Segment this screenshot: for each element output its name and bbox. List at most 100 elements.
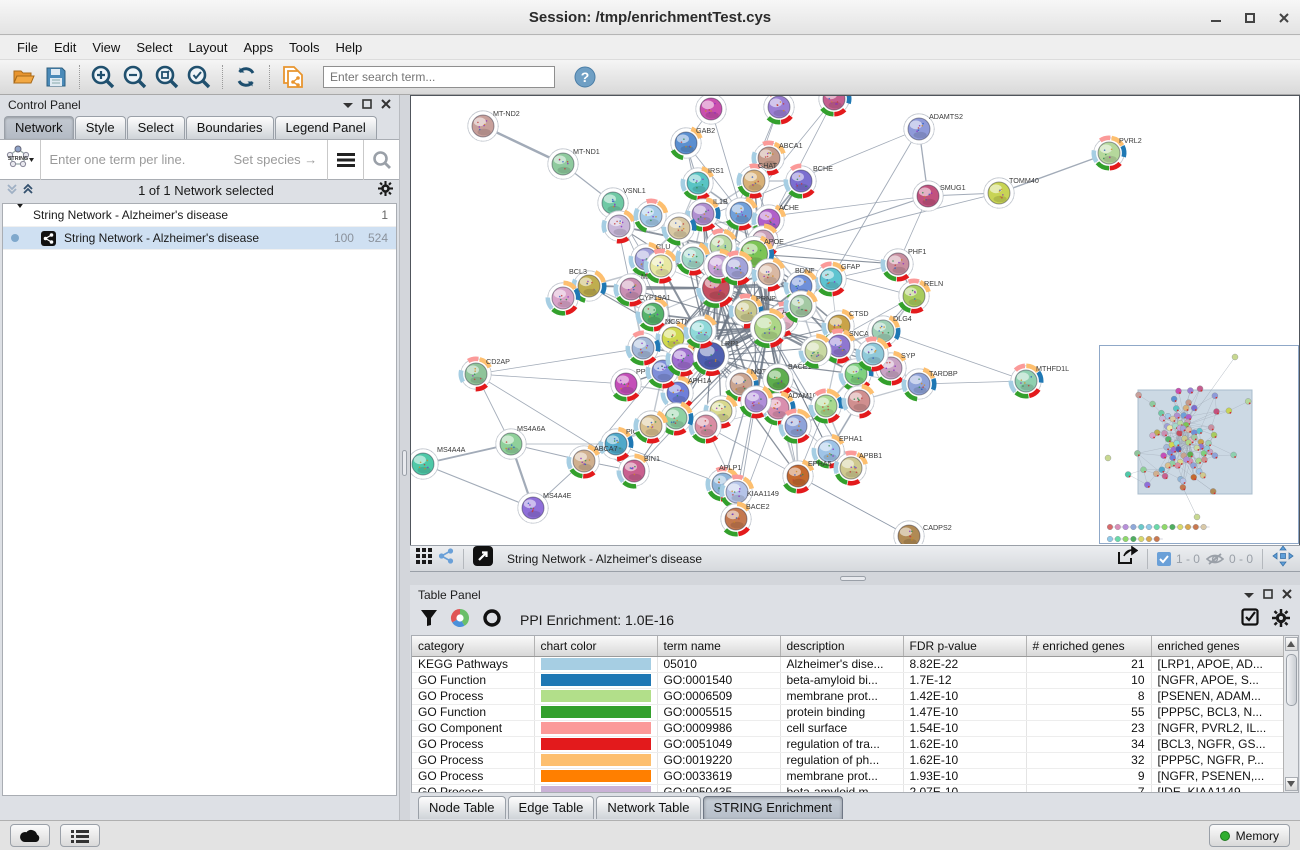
birds-eye-view[interactable]	[1099, 345, 1299, 544]
string-term-input[interactable]	[41, 152, 233, 167]
network-node-unlabeled[interactable]	[691, 411, 721, 441]
network-node-unlabeled[interactable]	[696, 96, 726, 124]
network-node-unlabeled[interactable]	[646, 251, 676, 281]
zoom-selected-icon[interactable]	[183, 63, 215, 91]
tab-legend-panel[interactable]: Legend Panel	[275, 116, 377, 139]
refresh-icon[interactable]	[230, 63, 262, 91]
network-node-unlabeled[interactable]	[664, 213, 694, 243]
panel-float-icon[interactable]	[1263, 588, 1273, 602]
vertical-splitter[interactable]	[400, 95, 410, 820]
table-row[interactable]: GO ComponentGO:0009986cell surface1.54E-…	[412, 720, 1283, 736]
column-header--enriched-genes[interactable]: # enriched genes	[1026, 636, 1151, 656]
tab-network[interactable]: Network	[4, 116, 74, 139]
copy-network-icon[interactable]	[277, 63, 309, 91]
table-row[interactable]: GO ProcessGO:0033619membrane prot...1.93…	[412, 768, 1283, 784]
table-row[interactable]: GO ProcessGO:0006509membrane prot...1.42…	[412, 688, 1283, 704]
network-node-unlabeled[interactable]	[636, 411, 666, 441]
menu-help[interactable]: Help	[329, 38, 370, 57]
network-node-gab2[interactable]: GAB2	[671, 126, 715, 158]
zoom-in-icon[interactable]	[87, 63, 119, 91]
memory-button[interactable]: Memory	[1209, 824, 1290, 847]
menu-apps[interactable]: Apps	[237, 38, 281, 57]
network-node-mt-nd2[interactable]: MT-ND2	[468, 109, 520, 141]
grid-view-icon[interactable]	[416, 548, 432, 569]
network-node-irs1[interactable]: IRS1	[683, 166, 724, 198]
menu-layout[interactable]: Layout	[181, 38, 234, 57]
network-view[interactable]: MT-ND2MT-ND1VSNL1GAB2ADAMTS2SMUG1TOMM40P…	[410, 95, 1300, 545]
chart-icon[interactable]	[450, 608, 470, 633]
network-node-mthfd1l[interactable]: MTHFD1L	[1011, 364, 1069, 396]
help-icon[interactable]: ?	[569, 63, 601, 91]
panel-menu-icon[interactable]	[1244, 588, 1254, 602]
close-button[interactable]	[1278, 12, 1290, 24]
table-row[interactable]: GO FunctionGO:0005515protein binding1.47…	[412, 704, 1283, 720]
string-options-icon[interactable]	[327, 140, 363, 180]
network-node-tomm40[interactable]: TOMM40	[984, 176, 1039, 208]
tab-node-table[interactable]: Node Table	[418, 796, 506, 819]
network-tree-row[interactable]: String Network - Alzheimer's disease1	[3, 204, 396, 227]
cloud-icon[interactable]	[10, 824, 50, 847]
network-node-unlabeled[interactable]	[628, 333, 658, 363]
network-node-unlabeled[interactable]	[801, 336, 831, 366]
column-header-category[interactable]: category	[412, 636, 534, 656]
task-list-icon[interactable]	[60, 824, 100, 847]
network-node-tardbp[interactable]: TARDBP	[904, 369, 958, 399]
open-session-button[interactable]	[8, 63, 40, 91]
menu-edit[interactable]: Edit	[47, 38, 83, 57]
network-node-epha5[interactable]: EPHA5	[783, 459, 832, 491]
network-node-unlabeled[interactable]	[811, 391, 841, 421]
panel-float-icon[interactable]	[362, 98, 372, 112]
tab-boundaries[interactable]: Boundaries	[186, 116, 274, 139]
network-node-ms4a4a[interactable]: MS4A4A	[411, 445, 466, 479]
table-row[interactable]: GO FunctionGO:0001540beta-amyloid bi...1…	[412, 672, 1283, 688]
network-node-pvrl2[interactable]: PVRL2	[1094, 136, 1142, 168]
network-node-unlabeled[interactable]	[604, 211, 634, 241]
scroll-up-icon[interactable]	[1285, 637, 1298, 651]
table-scrollbar[interactable]	[1283, 636, 1298, 792]
collapse-arrow-icon[interactable]	[11, 208, 25, 222]
column-header-term-name[interactable]: term name	[657, 636, 780, 656]
table-settings-gear-icon[interactable]	[1272, 609, 1290, 632]
network-node-phf1[interactable]: PHF1	[883, 247, 927, 279]
export-network-icon[interactable]	[1116, 546, 1138, 571]
network-node-unlabeled[interactable]	[726, 198, 756, 228]
network-node-gfap[interactable]: GFAP	[816, 262, 861, 294]
network-node-unlabeled[interactable]	[548, 283, 578, 313]
filter-icon[interactable]	[420, 609, 438, 632]
network-node-unlabeled[interactable]	[741, 386, 771, 416]
network-node-unlabeled[interactable]	[754, 259, 784, 289]
menu-select[interactable]: Select	[129, 38, 179, 57]
horizontal-splitter[interactable]	[410, 572, 1300, 585]
network-node-unlabeled[interactable]	[781, 411, 811, 441]
panel-menu-icon[interactable]	[343, 98, 353, 112]
column-header-enriched-genes[interactable]: enriched genes	[1151, 636, 1283, 656]
network-node-unlabeled[interactable]	[686, 316, 716, 346]
scroll-down-icon[interactable]	[1285, 777, 1298, 791]
open-in-string-icon[interactable]	[473, 546, 493, 571]
scrollbar-thumb[interactable]	[1286, 654, 1297, 706]
enrichment-table[interactable]: categorychart colorterm namedescriptionF…	[412, 636, 1283, 792]
menu-tools[interactable]: Tools	[282, 38, 326, 57]
string-protein-query-icon[interactable]: STRING	[0, 140, 41, 180]
save-session-button[interactable]	[40, 63, 72, 91]
network-node-unlabeled[interactable]	[844, 386, 874, 416]
network-node-unlabeled[interactable]	[722, 253, 752, 283]
menu-view[interactable]: View	[85, 38, 127, 57]
tab-edge-table[interactable]: Edge Table	[508, 796, 595, 819]
column-header-fdr-p-value[interactable]: FDR p-value	[903, 636, 1026, 656]
network-node-apbb1[interactable]: APBB1	[836, 451, 882, 483]
tab-select[interactable]: Select	[127, 116, 185, 139]
panel-close-icon[interactable]	[1282, 588, 1292, 602]
network-node-adamts2[interactable]: ADAMTS2	[904, 112, 963, 144]
birds-eye-toggle-icon[interactable]	[1272, 545, 1294, 572]
column-header-chart-color[interactable]: chart color	[534, 636, 657, 656]
ring-chart-icon[interactable]	[482, 608, 502, 633]
string-share-icon[interactable]	[438, 548, 454, 569]
network-node-unlabeled[interactable]	[764, 96, 794, 122]
menu-file[interactable]: File	[10, 38, 45, 57]
network-node-reln[interactable]: RELN	[899, 279, 943, 311]
collapse-all-icon[interactable]	[6, 182, 18, 200]
network-node-chat[interactable]: CHAT	[739, 161, 778, 196]
network-node-unlabeled[interactable]	[786, 291, 816, 321]
table-row[interactable]: GO ProcessGO:0051049regulation of tra...…	[412, 736, 1283, 752]
